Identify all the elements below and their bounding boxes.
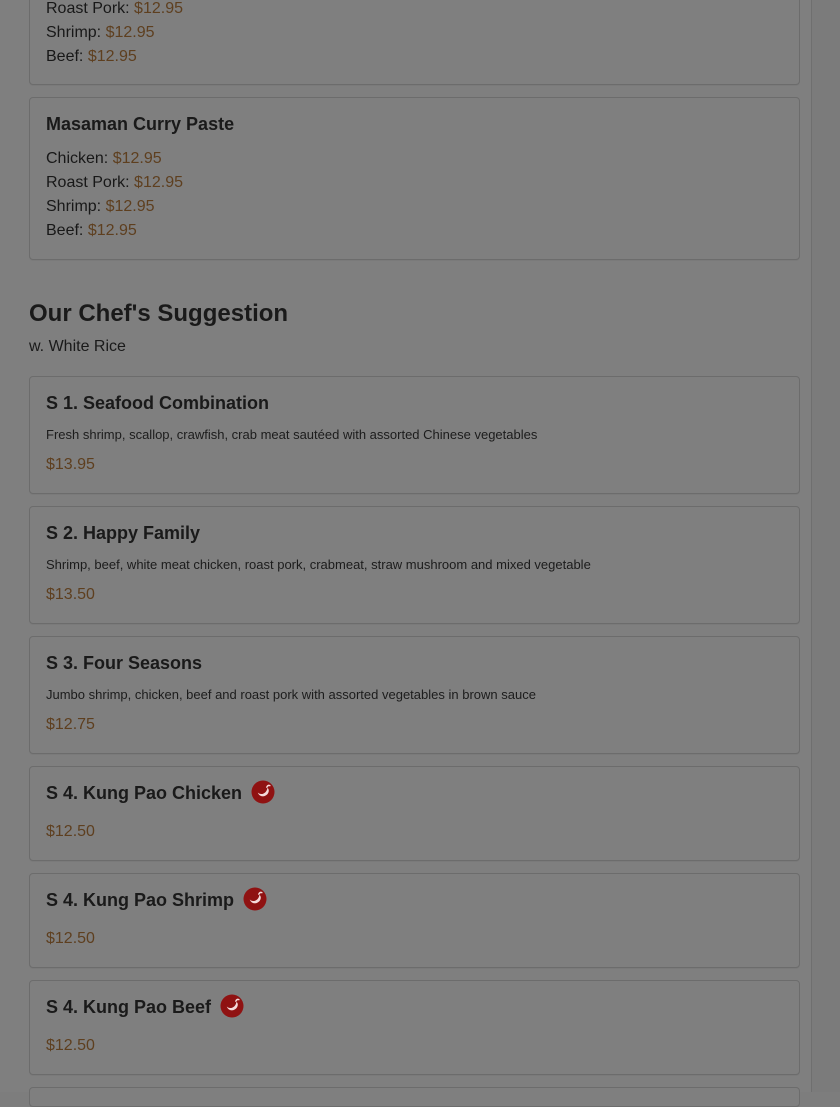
menu-item-price: $13.95 [46, 456, 95, 473]
price-value: $12.95 [105, 24, 155, 41]
price-label: Chicken: [46, 150, 109, 167]
menu-item-card-s4-beef[interactable]: S 4. Kung Pao Beef $12.50 [29, 980, 800, 1075]
menu-page: Roast Pork: $12.95 Shrimp: $12.95 Beef: … [0, 0, 811, 1107]
price-line: Beef: $12.95 [46, 47, 137, 67]
menu-item-card-s1[interactable]: S 1. Seafood Combination Fresh shrimp, s… [29, 376, 800, 494]
menu-item-title: S 2. Happy Family [46, 523, 201, 543]
chili-pepper-icon [251, 780, 275, 804]
price-label: Shrimp: [46, 24, 102, 41]
price-value: $12.95 [105, 198, 155, 215]
menu-item-card-s4-shrimp[interactable]: S 4. Kung Pao Shrimp $12.50 [29, 873, 800, 968]
right-side-rail [811, 0, 840, 1092]
menu-item-title: S 4. Kung Pao Chicken [46, 783, 243, 803]
menu-item-description: Fresh shrimp, scallop, crawfish, crab me… [46, 427, 538, 442]
menu-item-title-row: S 4. Kung Pao Chicken [46, 780, 275, 806]
chili-pepper-icon [243, 887, 267, 911]
section-subtitle: w. White Rice [29, 338, 126, 355]
menu-item-price: $12.50 [46, 1037, 95, 1054]
price-line: Shrimp: $12.95 [46, 197, 155, 217]
section-title: Our Chef's Suggestion [29, 300, 289, 327]
menu-item-title: S 4. Kung Pao Shrimp [46, 890, 235, 910]
menu-item-price: $12.75 [46, 716, 95, 733]
menu-item-card-s3[interactable]: S 3. Four Seasons Jumbo shrimp, chicken,… [29, 636, 800, 754]
menu-item-price: $13.50 [46, 586, 95, 603]
menu-item-card-s4-chicken[interactable]: S 4. Kung Pao Chicken $12.50 [29, 766, 800, 861]
price-value: $12.95 [112, 150, 162, 167]
menu-item-description: Shrimp, beef, white meat chicken, roast … [46, 557, 591, 572]
price-value: $12.95 [134, 174, 183, 191]
price-label: Roast Pork: [46, 0, 130, 17]
menu-item-title-row: S 4. Kung Pao Beef [46, 994, 244, 1020]
price-label: Roast Pork: [46, 174, 130, 191]
price-label: Beef: [46, 48, 84, 65]
menu-item-card-partial-bottom[interactable] [29, 1087, 800, 1107]
price-line: Beef: $12.95 [46, 221, 137, 241]
price-line: Roast Pork: $12.95 [46, 173, 183, 193]
price-line: Shrimp: $12.95 [46, 23, 155, 43]
menu-item-card-s2[interactable]: S 2. Happy Family Shrimp, beef, white me… [29, 506, 800, 624]
menu-item-title: S 4. Kung Pao Beef [46, 997, 212, 1017]
menu-item-price: $12.50 [46, 930, 95, 947]
price-line: Roast Pork: $12.95 [46, 0, 183, 19]
price-value: $12.95 [134, 0, 183, 17]
menu-item-description: Jumbo shrimp, chicken, beef and roast po… [46, 687, 536, 702]
menu-item-title: S 1. Seafood Combination [46, 393, 270, 413]
menu-item-title: Masaman Curry Paste [46, 114, 235, 134]
menu-item-card-masaman[interactable]: Masaman Curry Paste Chicken: $12.95 Roas… [29, 97, 800, 260]
menu-item-title: S 3. Four Seasons [46, 653, 203, 673]
price-value: $12.95 [87, 48, 137, 65]
price-label: Beef: [46, 222, 84, 239]
menu-item-card-partial[interactable]: Roast Pork: $12.95 Shrimp: $12.95 Beef: … [29, 0, 800, 85]
price-label: Shrimp: [46, 198, 102, 215]
price-value: $12.95 [87, 222, 137, 239]
menu-item-price: $12.50 [46, 823, 95, 840]
menu-item-title-row: S 4. Kung Pao Shrimp [46, 887, 267, 913]
price-line: Chicken: $12.95 [46, 149, 162, 169]
chili-pepper-icon [220, 994, 244, 1018]
